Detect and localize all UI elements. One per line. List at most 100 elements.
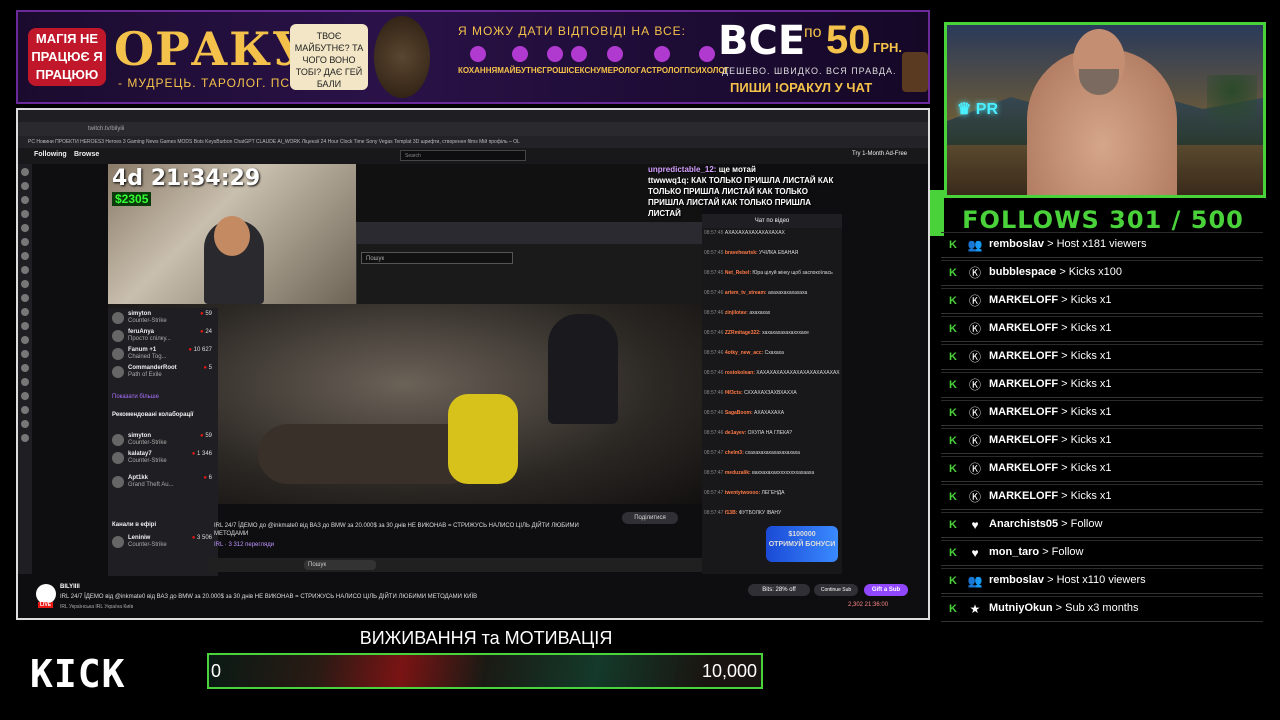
rail-avatar[interactable]: [21, 392, 29, 400]
person-head: [214, 216, 250, 256]
nav-following[interactable]: Following: [34, 151, 67, 158]
event-row: K Ⓚ MARKELOFF > Kicks x1: [941, 400, 1263, 426]
numbers-icon: [607, 46, 624, 62]
event-text: MARKELOFF > Kicks x1: [989, 462, 1112, 474]
taskbar-search[interactable]: Пошук: [304, 560, 376, 570]
avatar: [112, 366, 124, 378]
rail-avatar[interactable]: [21, 294, 29, 302]
sidebar-channel[interactable]: simytonCounter-Strike59: [112, 310, 216, 328]
event-row: K Ⓚ MARKELOFF > Kicks x1: [941, 316, 1263, 342]
brain-icon: [698, 46, 715, 62]
heart-icon: [469, 46, 486, 62]
chat-line: 08:57:47 meduzalik: ваххахахахххххххххах…: [704, 470, 815, 476]
rail-avatar[interactable]: [21, 308, 29, 316]
sidebar-channel[interactable]: CommanderRootPath of Exile5: [112, 364, 216, 382]
banner-badge: МАГІЯ НЕ ПРАЦЮЄ Я ПРАЦЮЮ: [28, 28, 106, 86]
event-row: K ★ MutniyOkun > Sub x3 months: [941, 596, 1263, 622]
sidebar-channel[interactable]: Apt1kkGrand Theft Au...6: [112, 474, 216, 492]
person-dark-shirt: [548, 314, 618, 424]
sidebar-channel[interactable]: simytonCounter-Strike59: [112, 432, 216, 450]
event-text: Anarchists05 > Follow: [989, 518, 1103, 530]
continue-sub-button[interactable]: Continue Sub: [814, 584, 858, 596]
event-row: K Ⓚ MARKELOFF > Kicks x1: [941, 344, 1263, 370]
channel-name[interactable]: BILYIIII: [60, 584, 80, 590]
chat-line: 08:57:47 f13B: ФУТБОЛКУ ІВАНУ: [704, 510, 782, 516]
sidebar-channel[interactable]: kalatay7Counter-Strike1 346: [112, 450, 216, 468]
avatar: [112, 452, 124, 464]
rail-avatar[interactable]: [21, 336, 29, 344]
category-numerology: НУМЕРОЛОГ: [590, 42, 641, 90]
kick-k-icon: K: [949, 351, 957, 363]
nav-browse[interactable]: Browse: [74, 151, 99, 158]
rail-avatar[interactable]: [21, 196, 29, 204]
chat-line: 08:57:47 chelm3: схахахахахахахахахаха: [704, 450, 800, 456]
oracle-banner: МАГІЯ НЕ ПРАЦЮЄ Я ПРАЦЮЮ ОРАКУЛ - МУДРЕЦ…: [16, 10, 930, 104]
kick-k-icon: K: [949, 463, 957, 475]
rail-avatar[interactable]: [21, 378, 29, 386]
event-row: K Ⓚ MARKELOFF > Kicks x1: [941, 428, 1263, 454]
channel-avatar[interactable]: [36, 584, 56, 604]
show-more-link[interactable]: Показати більше: [112, 394, 159, 400]
ad-free-button[interactable]: Try 1-Month Ad-Free: [852, 151, 907, 157]
kick-k-icon: K: [949, 379, 957, 391]
live-channels-header: Канали в ефірі: [112, 522, 157, 528]
kick-k-icon: K: [949, 267, 957, 279]
category-money: ГРОШІ: [542, 42, 569, 90]
overlay-chat-line: ttwwwq1q: КАК ТОЛЬКО ПРИШЛА ЛИСТАЙ КАК Т…: [648, 176, 834, 218]
rail-avatar[interactable]: [21, 238, 29, 246]
price-description: ДЕШЕВО. ШВИДКО. ВСЯ ПРАВДА.: [722, 66, 897, 76]
kick-coin-icon: Ⓚ: [968, 350, 981, 364]
rail-avatar[interactable]: [21, 420, 29, 428]
rail-avatar[interactable]: [21, 266, 29, 274]
streamer-camera: ♛ PR: [944, 22, 1266, 198]
sidebar-channel[interactable]: feruAnyaПросто спілку...24: [112, 328, 216, 346]
chat-line: 08:57:46 ZZRmitage322: хахахахахахахххах…: [704, 330, 809, 336]
vod-chat-header: Чат по відео: [702, 214, 842, 228]
rail-avatar[interactable]: [21, 280, 29, 288]
rail-avatar[interactable]: [21, 322, 29, 330]
sidebar-channel[interactable]: LeniniwCounter-Strike3 506: [112, 534, 216, 552]
avatar: [112, 536, 124, 548]
bonus-ad[interactable]: $100000 ОТРИМУЙ БОНУСИ: [766, 526, 838, 562]
twitch-search-input[interactable]: Search: [400, 150, 526, 161]
rail-avatar[interactable]: [21, 224, 29, 232]
streamer-webcam: 4d 21:34:29 $2305: [108, 164, 356, 304]
chat-line: 08:57:46 4otky_new_acc: Схахаха: [704, 350, 784, 356]
event-row: K 👥 remboslav > Host x181 viewers: [941, 232, 1263, 258]
stream-timer: 4d 21:34:29: [112, 166, 261, 191]
event-text: bubblespace > Kicks x100: [989, 266, 1122, 278]
rail-avatar[interactable]: [21, 406, 29, 414]
bits-button[interactable]: Bits: 28% off: [748, 584, 810, 596]
heart-icon: ♥: [971, 546, 979, 560]
bookmarks-bar[interactable]: PC Новини ПРОЕКТИ HEROES3 Heroes 3 Gamin…: [18, 136, 928, 148]
gift-sub-button[interactable]: Gift a Sub: [864, 584, 908, 596]
browser-tab-bar[interactable]: [18, 110, 928, 122]
kick-coin-icon: Ⓚ: [968, 434, 981, 448]
nested-search-input[interactable]: Пошук: [361, 252, 513, 264]
kick-coin-icon: Ⓚ: [968, 294, 981, 308]
rail-avatar[interactable]: [21, 434, 29, 442]
goal-min: 0: [211, 661, 222, 681]
event-text: MARKELOFF > Kicks x1: [989, 406, 1112, 418]
rail-avatar[interactable]: [21, 168, 29, 176]
heart-icon: ♥: [971, 518, 979, 532]
rail-avatar[interactable]: [21, 210, 29, 218]
kick-k-icon: K: [949, 407, 957, 419]
kick-coin-icon: Ⓚ: [968, 490, 981, 504]
kick-k-icon: K: [949, 239, 957, 251]
stream-title: IRL 24/7 ЇДЕМО до @inkmate0 від ВАЗ до B…: [214, 523, 579, 537]
share-button[interactable]: Поділитися: [622, 512, 678, 524]
rail-avatar[interactable]: [21, 252, 29, 260]
cup-image: [902, 52, 928, 92]
channel-tags[interactable]: IRL Українська IRL Україна Київ: [60, 604, 133, 610]
twitch-sidebar: simytonCounter-Strike59 feruAnyaПросто с…: [108, 308, 218, 578]
address-bar[interactable]: twitch.tv/bilyiii: [18, 122, 928, 136]
price-number: 50: [826, 18, 871, 62]
rail-avatar[interactable]: [21, 350, 29, 358]
rail-avatar[interactable]: [21, 364, 29, 372]
chat-line: 08:57:46 f4f3cts: СХХАХАХЗАХВХАХХА: [704, 390, 797, 396]
rail-avatar[interactable]: [21, 182, 29, 190]
sidebar-channel[interactable]: Fanum +1Chained Tog...10 627: [112, 346, 216, 364]
accent-bar: [930, 190, 944, 236]
crystal-ball-icon: [511, 46, 528, 62]
